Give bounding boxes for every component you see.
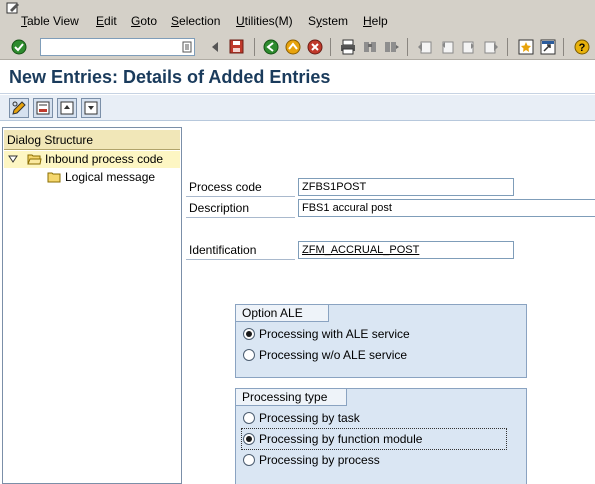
next-entry-button[interactable] [81,98,101,118]
menu-help[interactable]: Help [363,14,388,28]
cancel-icon[interactable] [306,38,323,55]
identification-label: Identification [186,240,295,260]
help-icon[interactable]: ? [573,38,590,55]
radio-selected-icon[interactable] [243,433,255,445]
menu-edit[interactable]: Edit [96,14,117,28]
delete-button[interactable] [33,98,53,118]
system-menu-icon[interactable] [6,2,20,14]
next-entry-icon [84,101,98,115]
find-next-icon[interactable] [383,38,400,55]
save-icon[interactable] [228,38,245,55]
delete-entry-icon [36,101,50,115]
enter-icon[interactable] [10,38,27,55]
description-field[interactable]: FBS1 accural post [298,199,595,217]
radio-label: Processing by process [259,453,380,467]
folder-icon [47,172,61,183]
exit-icon[interactable] [284,38,301,55]
menu-utilities[interactable]: Utilities(M) [236,14,293,28]
display-change-button[interactable] [9,98,29,118]
radio-processing-by-task[interactable]: Processing by task [243,409,360,427]
radio-processing-with-ale[interactable]: Processing with ALE service [243,325,410,343]
previous-entry-button[interactable] [57,98,77,118]
pencil-glasses-icon [12,101,26,115]
last-page-icon[interactable] [482,38,499,55]
tree-label-logical-message[interactable]: Logical message [65,170,155,184]
svg-text:?: ? [578,42,585,54]
radio-unselected-icon[interactable] [243,349,255,361]
find-icon[interactable] [361,38,378,55]
open-folder-icon [27,154,42,165]
menu-goto[interactable]: Goto [131,14,157,28]
description-label: Description [186,198,295,218]
new-session-icon[interactable] [517,38,534,55]
menu-bar [0,0,595,34]
shortcut-icon[interactable] [539,38,556,55]
radio-processing-by-process[interactable]: Processing by process [243,451,380,469]
next-page-icon[interactable] [460,38,477,55]
expand-triangle-icon[interactable] [8,155,18,163]
green-back-icon[interactable] [262,38,279,55]
command-history-icon[interactable] [178,38,195,55]
process-code-field[interactable]: ZFBS1POST [298,178,514,196]
page-title: New Entries: Details of Added Entries [9,67,331,87]
print-icon[interactable] [339,38,356,55]
previous-page-icon[interactable] [438,38,455,55]
tree-label-inbound-process-code[interactable]: Inbound process code [45,152,163,166]
radio-label: Processing by task [259,411,360,425]
radio-unselected-icon[interactable] [243,412,255,424]
command-field[interactable] [40,38,195,56]
identification-field[interactable]: ZFM_ACCRUAL_POST [298,241,514,259]
dialog-structure-title: Dialog Structure [7,133,94,147]
radio-label: Processing w/o ALE service [259,348,408,362]
radio-processing-without-ale[interactable]: Processing w/o ALE service [243,346,407,364]
radio-selected-icon[interactable] [243,328,255,340]
process-code-label: Process code [186,177,295,197]
radio-unselected-icon[interactable] [243,454,255,466]
menu-system[interactable]: System [308,14,348,28]
radio-label: Processing by function module [259,432,423,446]
menu-selection[interactable]: Selection [171,14,220,28]
option-ale-title: Option ALE [236,305,329,322]
menu-table-view[interactable]: Table View [21,14,79,28]
processing-type-title: Processing type [236,389,347,406]
previous-entry-icon [60,101,74,115]
radio-processing-by-function-module[interactable]: Processing by function module [241,428,507,450]
first-page-icon[interactable] [416,38,433,55]
back-arrow-icon[interactable] [206,38,223,55]
radio-label: Processing with ALE service [259,327,410,341]
